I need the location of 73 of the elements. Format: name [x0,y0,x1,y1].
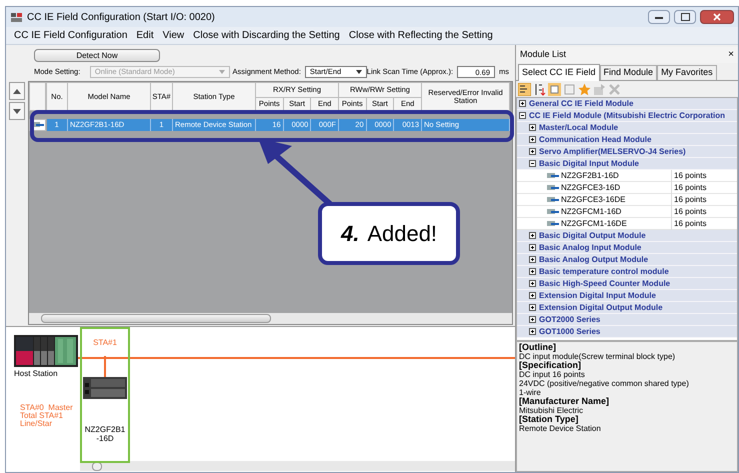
menu-item[interactable]: Close with Discarding the Setting [193,28,340,43]
app-icon [10,10,23,24]
expand-icon[interactable] [529,316,536,323]
horizontal-scrollbar[interactable] [80,461,515,471]
dropdown-arrow-icon [218,70,225,74]
callout-text: Added! [367,220,438,248]
collapse-icon[interactable] [529,160,536,167]
host-station-drawing [14,335,78,367]
expand-icon[interactable] [519,100,526,107]
master-info-text: STA#0 Master Total STA#1 Line/Star [20,404,74,428]
tab[interactable]: Select CC IE Field [518,64,600,81]
tree-item[interactable]: NZ2GFCM1-16D 16 points [517,206,737,218]
move-up-button[interactable] [9,82,25,100]
module-icon [547,220,559,226]
drop-line [104,356,106,377]
expand-icon[interactable] [529,136,536,143]
horizontal-scrollbar[interactable] [29,313,512,324]
station-number: STA#1 [93,337,117,349]
close-icon [713,13,721,21]
tree-item[interactable]: NZ2GFCM1-16DE 16 points [517,218,737,230]
minimize-icon [655,16,663,18]
module-name: NZ2GFCE3-16D [561,182,620,194]
expand-icon[interactable] [529,304,536,311]
module-icon [547,184,559,190]
expand-icon[interactable] [529,280,536,287]
station-model-label: NZ2GF2B1 -16D [84,425,126,443]
menu-item[interactable]: CC IE Field Configuration [14,28,128,43]
menu-item[interactable]: Edit [136,28,154,43]
host-station-label: Host Station [14,368,59,380]
module-icon [547,172,559,178]
close-button[interactable]: × [728,50,734,60]
module-icon [547,196,559,202]
detect-now-button[interactable]: Detect Now [34,49,160,62]
module-icon [547,208,559,214]
collapse-icon[interactable] [519,112,526,119]
menu-item[interactable]: Close with Reflecting the Setting [348,28,493,43]
menu-item[interactable]: View [162,28,184,43]
module-icon [32,122,44,128]
tree-item[interactable]: NZ2GF2B1-16D 16 points [517,170,737,182]
star-icon[interactable] [578,82,591,96]
module-name: NZ2GF2B1-16D [561,170,619,182]
module-name: NZ2GFCM1-16DE [561,218,627,230]
category-sort-icon[interactable] [518,82,531,96]
move-down-button[interactable] [9,102,25,120]
window-title: CC IE Field Configuration (Start I/O: 0020) [27,10,215,24]
scrollbar-thumb[interactable] [41,314,271,323]
tree-item[interactable]: NZ2GFCE3-16DE 16 points [517,194,737,206]
expand-icon[interactable] [529,328,536,335]
panel-title: Module List [520,48,566,62]
tab[interactable]: Find Module [600,65,658,80]
expand-icon[interactable] [529,244,536,251]
expand-icon[interactable] [529,256,536,263]
down-arrow-icon [13,108,21,114]
maximize-icon [680,13,690,21]
tab[interactable]: My Favorites [657,65,717,80]
module-name: NZ2GFCM1-16D [561,206,622,218]
alphabetical-sort-icon[interactable] [533,82,546,96]
station-slot[interactable]: STA#1 NZ2GF2B1 -16D [80,327,130,463]
module-description: [Outline] DC input module(Screw terminal block type) [Specification] DC input 16 points 24VDC (positive/negative common shared type) 1-wire [Manufacturer Name] Mitsubishi Electric [Station Type] Remote Device Station [516,341,738,472]
module-name: NZ2GFCE3-16DE [561,194,626,206]
step-number: 4. [340,220,360,248]
expand-icon[interactable] [529,268,536,275]
expand-icon[interactable] [529,292,536,299]
maximize-button[interactable] [674,10,696,24]
expand-icon[interactable] [529,232,536,239]
up-arrow-icon [13,88,21,94]
close-button[interactable] [700,10,734,24]
minimize-button[interactable] [648,10,670,24]
expand-icon[interactable] [529,124,536,131]
tree-item[interactable]: NZ2GFCE3-16D 16 points [517,182,737,194]
remote-io-module-drawing [83,377,127,399]
expand-icon[interactable] [529,148,536,155]
dropdown-arrow-icon [356,70,362,74]
